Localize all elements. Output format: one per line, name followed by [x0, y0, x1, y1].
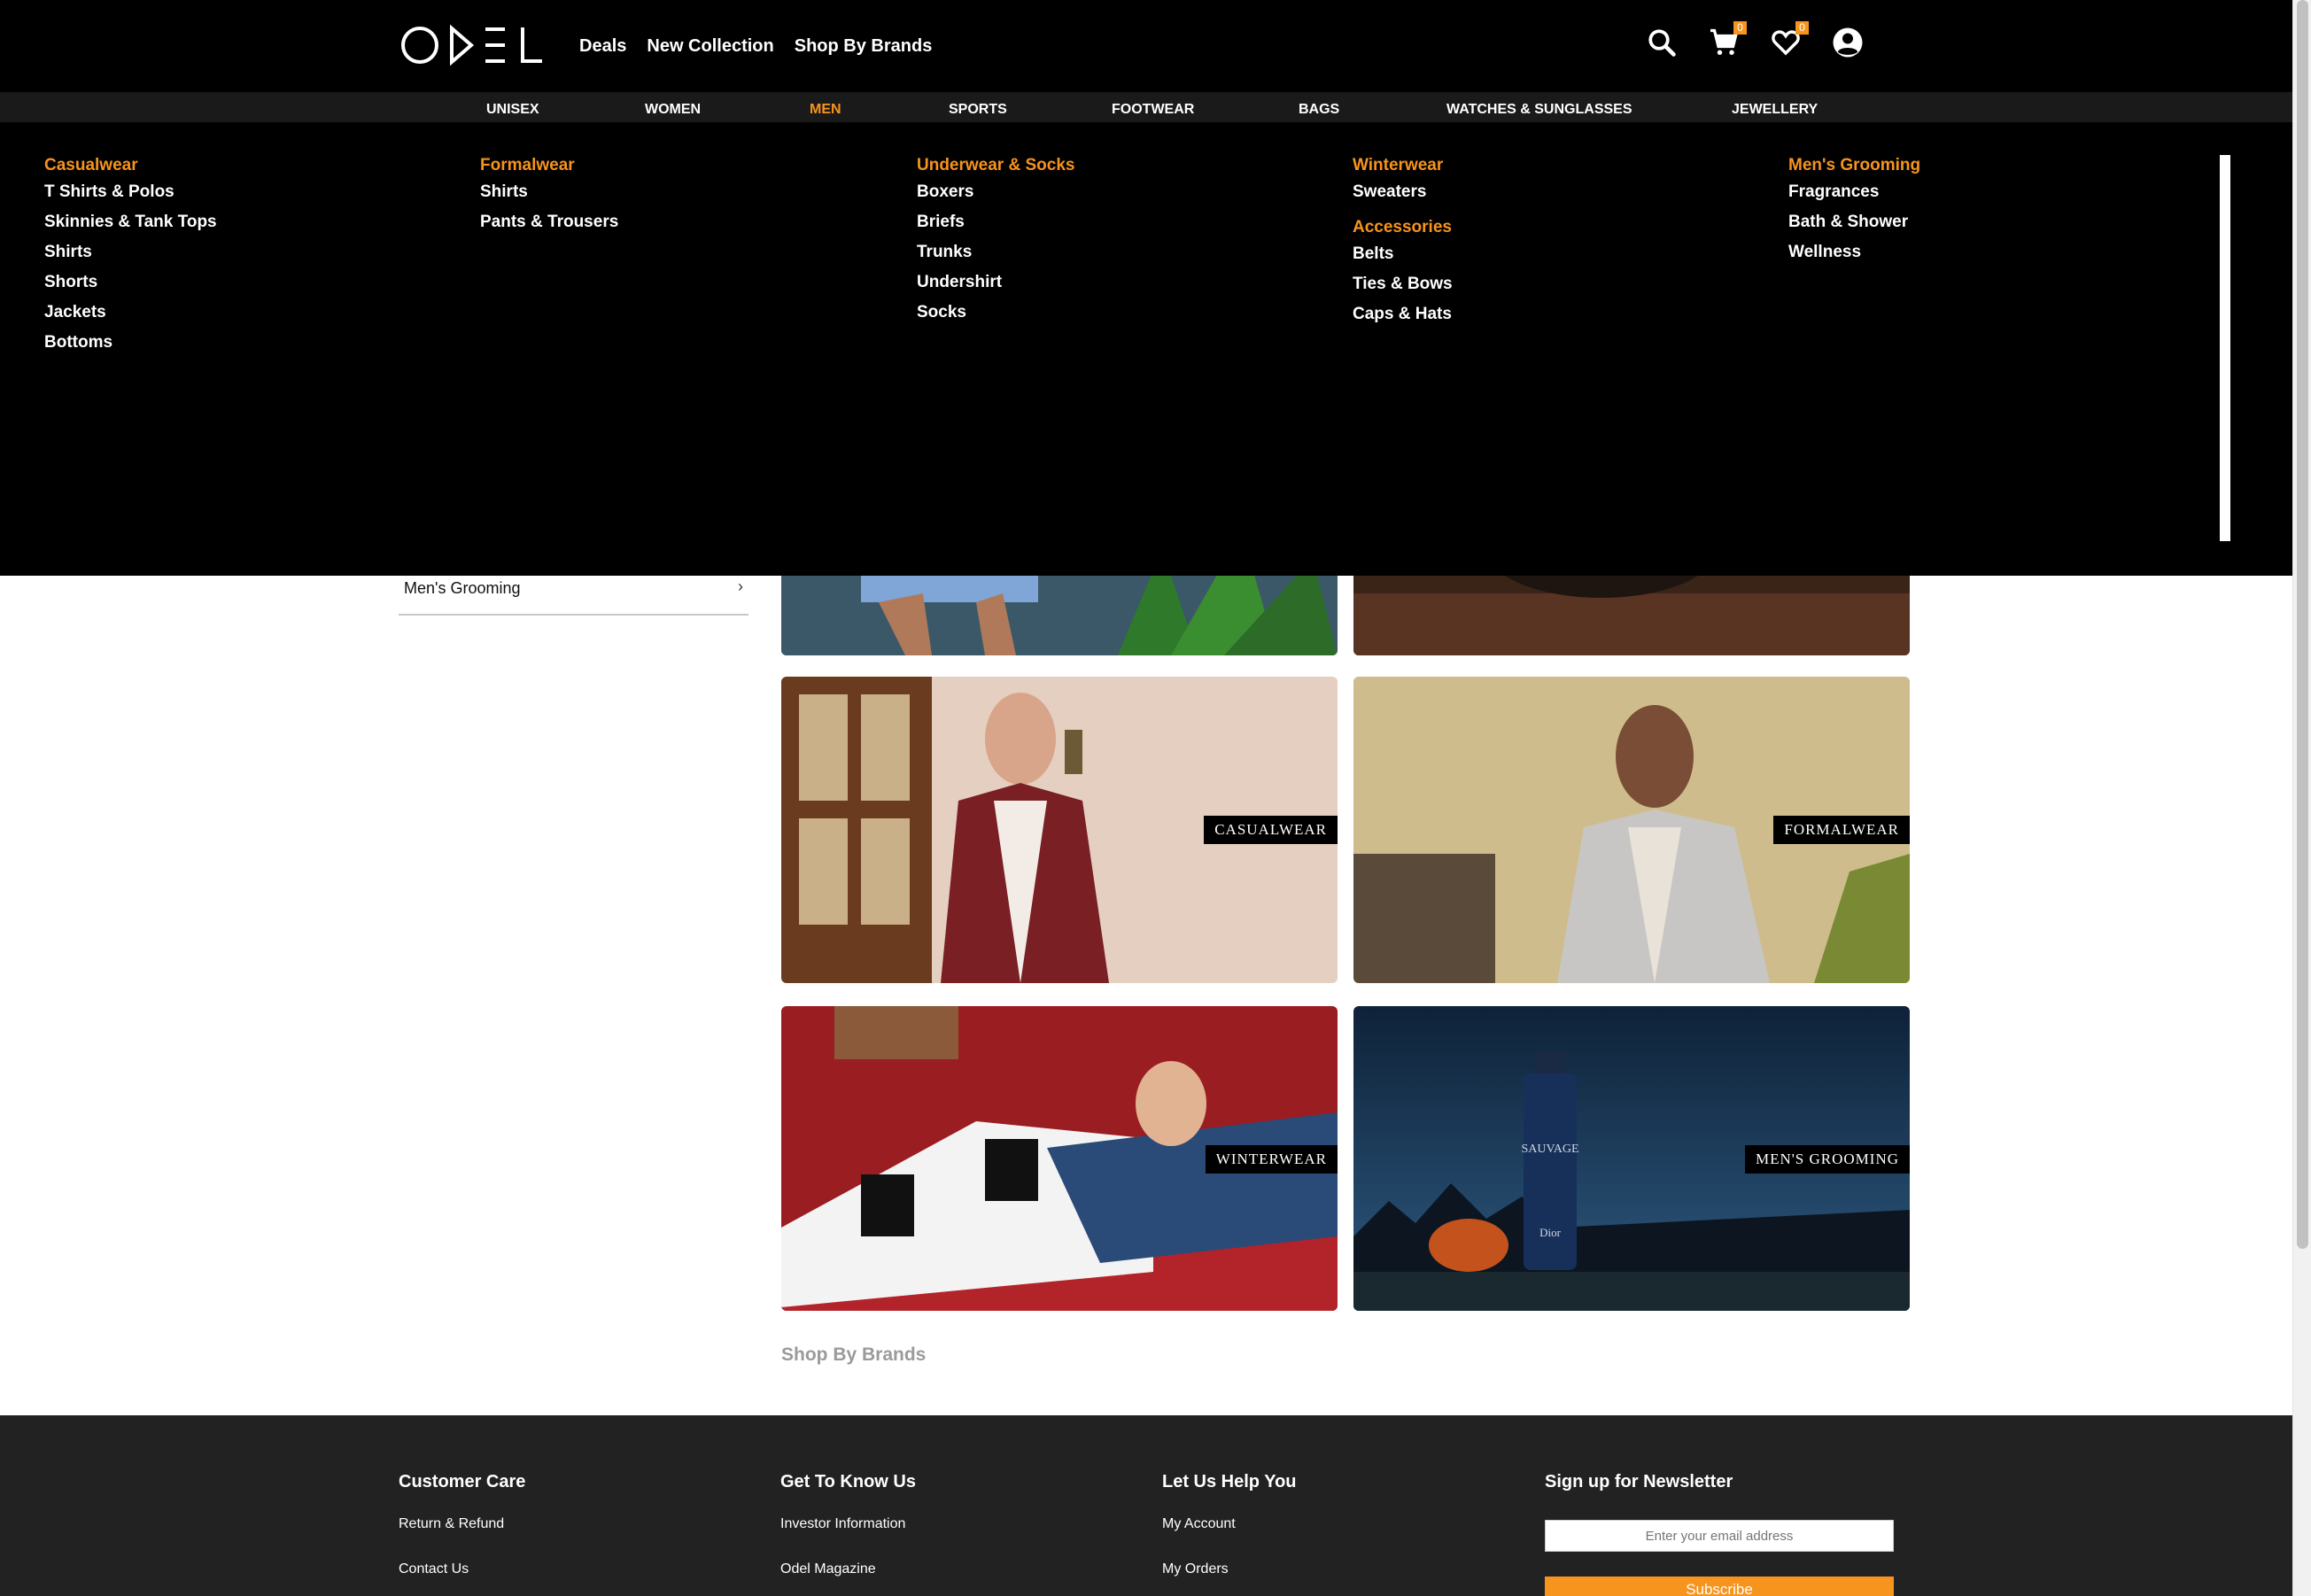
- footer-col-help: Let Us Help You My Account My Orders: [1162, 1472, 1297, 1596]
- wishlist-count-badge: 0: [1795, 21, 1809, 35]
- mega-link[interactable]: Skinnies & Tank Tops: [44, 213, 217, 243]
- mega-col-casualwear: Casualwear T Shirts & Polos Skinnies & T…: [44, 156, 217, 363]
- mega-menu-men: Casualwear T Shirts & Polos Skinnies & T…: [0, 122, 2292, 576]
- bottle-label: SAUVAGE: [1521, 1143, 1579, 1156]
- account-icon[interactable]: [1832, 27, 1864, 58]
- category-unisex[interactable]: UNISEX: [486, 92, 539, 122]
- header-actions: 0 0: [1646, 21, 1864, 58]
- tile-casualwear[interactable]: CASUALWEAR: [781, 677, 1338, 983]
- category-bags[interactable]: BAGS: [1299, 92, 1339, 122]
- newsletter-email-field[interactable]: [1545, 1520, 1894, 1552]
- sidebar-item-label: Men's Grooming: [404, 579, 521, 597]
- mega-col-winterwear-accessories: Winterwear Sweaters Accessories Belts Ti…: [1353, 156, 1453, 335]
- mega-link[interactable]: Sweaters: [1353, 182, 1453, 213]
- footer-col-get-to-know: Get To Know Us Investor Information Odel…: [780, 1472, 916, 1596]
- footer-link[interactable]: Odel Magazine: [780, 1561, 916, 1596]
- footer-heading: Sign up for Newsletter: [1545, 1472, 1733, 1491]
- mega-col-formalwear: Formalwear Shirts Pants & Trousers: [480, 156, 618, 243]
- mega-heading-casualwear[interactable]: Casualwear: [44, 156, 217, 182]
- footer-link[interactable]: My Account: [1162, 1516, 1297, 1561]
- mega-heading-accessories[interactable]: Accessories: [1353, 218, 1453, 244]
- sidebar-item-mens-grooming[interactable]: Men's Grooming ›: [399, 574, 748, 616]
- footer-col-customer-care: Customer Care Return & Refund Contact Us: [399, 1472, 525, 1596]
- category-jewellery[interactable]: JEWELLERY: [1732, 92, 1818, 122]
- mega-link[interactable]: Undershirt: [917, 273, 1074, 303]
- tile-winterwear[interactable]: WINTERWEAR: [781, 1006, 1338, 1311]
- category-bar: UNISEX WOMEN MEN SPORTS FOOTWEAR BAGS WA…: [0, 92, 2292, 122]
- mega-link[interactable]: Bottoms: [44, 333, 217, 363]
- logo-mark: [401, 24, 542, 66]
- chevron-right-icon: ›: [738, 577, 743, 595]
- mega-heading-formalwear[interactable]: Formalwear: [480, 156, 618, 182]
- page-scrollbar-thumb[interactable]: [2297, 0, 2308, 1249]
- search-icon[interactable]: [1646, 27, 1678, 58]
- category-men[interactable]: MEN: [810, 92, 841, 122]
- mega-col-grooming: Men's Grooming Fragrances Bath & Shower …: [1788, 156, 1920, 273]
- category-footwear[interactable]: FOOTWEAR: [1112, 92, 1194, 122]
- top-header: Deals New Collection Shop By Brands 0 0: [0, 0, 2292, 92]
- mega-link[interactable]: T Shirts & Polos: [44, 182, 217, 213]
- footer-link[interactable]: Contact Us: [399, 1561, 525, 1596]
- tile-label-mens-grooming: MEN'S GROOMING: [1744, 1145, 1910, 1174]
- nav-new-collection[interactable]: New Collection: [647, 36, 773, 57]
- mega-link[interactable]: Caps & Hats: [1353, 305, 1453, 335]
- footer: Customer Care Return & Refund Contact Us…: [0, 1415, 2292, 1596]
- mega-link[interactable]: Shirts: [480, 182, 618, 213]
- footer-link[interactable]: Investor Information: [780, 1516, 916, 1561]
- mega-link[interactable]: Wellness: [1788, 243, 1920, 273]
- footer-link[interactable]: Return & Refund: [399, 1516, 525, 1561]
- footer-col-newsletter: Sign up for Newsletter: [1545, 1472, 1733, 1516]
- tile-label-winterwear: WINTERWEAR: [1205, 1145, 1338, 1174]
- mega-link[interactable]: Boxers: [917, 182, 1074, 213]
- odel-logo[interactable]: [400, 23, 544, 67]
- top-nav: Deals New Collection Shop By Brands: [579, 0, 932, 92]
- mega-link[interactable]: Belts: [1353, 244, 1453, 275]
- mega-link[interactable]: Socks: [917, 303, 1074, 333]
- subscribe-button[interactable]: Subscribe: [1545, 1577, 1894, 1596]
- page-scrollbar[interactable]: [2292, 0, 2311, 1596]
- tile-label-formalwear: FORMALWEAR: [1773, 816, 1910, 844]
- shop-by-brands-heading: Shop By Brands: [781, 1344, 927, 1365]
- tile-label-casualwear: CASUALWEAR: [1204, 816, 1338, 844]
- mega-link[interactable]: Fragrances: [1788, 182, 1920, 213]
- footer-heading: Let Us Help You: [1162, 1472, 1297, 1491]
- mega-heading-grooming[interactable]: Men's Grooming: [1788, 156, 1920, 182]
- wishlist-heart-icon[interactable]: 0: [1770, 21, 1809, 58]
- mega-link[interactable]: Briefs: [917, 213, 1074, 243]
- tile-formalwear[interactable]: FORMALWEAR: [1353, 677, 1910, 983]
- mega-link[interactable]: Shirts: [44, 243, 217, 273]
- category-sports[interactable]: SPORTS: [949, 92, 1007, 122]
- nav-deals[interactable]: Deals: [579, 36, 626, 57]
- category-women[interactable]: WOMEN: [645, 92, 701, 122]
- mega-link[interactable]: Ties & Bows: [1353, 275, 1453, 305]
- footer-heading: Get To Know Us: [780, 1472, 916, 1491]
- cart-count-badge: 0: [1733, 21, 1747, 35]
- footer-heading: Customer Care: [399, 1472, 526, 1491]
- nav-shop-by-brands[interactable]: Shop By Brands: [795, 36, 933, 57]
- tile-mens-grooming[interactable]: SAUVAGE SAUVAGE Dior MEN'S GROOMING: [1353, 1006, 1910, 1311]
- category-watches-sunglasses[interactable]: WATCHES & SUNGLASSES: [1446, 92, 1632, 122]
- mega-menu-scrollbar[interactable]: [2220, 155, 2230, 541]
- cart-icon[interactable]: 0: [1708, 21, 1747, 58]
- mega-link[interactable]: Pants & Trousers: [480, 213, 618, 243]
- bottle-maker: Dior: [1539, 1226, 1561, 1239]
- footer-link[interactable]: My Orders: [1162, 1561, 1297, 1596]
- mega-heading-underwear[interactable]: Underwear & Socks: [917, 156, 1074, 182]
- mega-col-underwear: Underwear & Socks Boxers Briefs Trunks U…: [917, 156, 1074, 333]
- mega-heading-winterwear[interactable]: Winterwear: [1353, 156, 1453, 182]
- mega-link[interactable]: Bath & Shower: [1788, 213, 1920, 243]
- mega-link[interactable]: Trunks: [917, 243, 1074, 273]
- mega-link[interactable]: Jackets: [44, 303, 217, 333]
- mega-link[interactable]: Shorts: [44, 273, 217, 303]
